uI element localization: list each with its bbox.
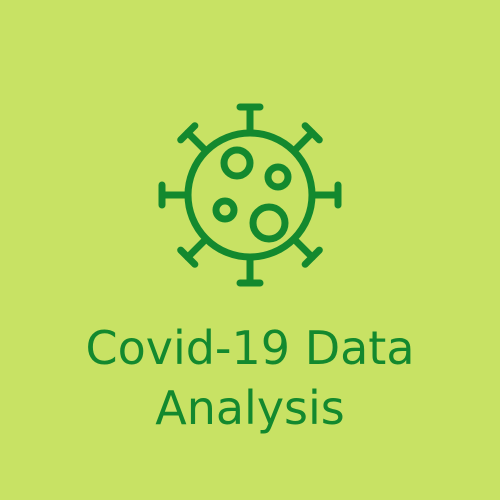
page-title: Covid-19 Data Analysis [0,318,500,438]
virus-spike-stem [184,235,210,261]
logo-canvas: Covid-19 Data Analysis [0,0,500,500]
virus-spike-stem [290,235,316,261]
virus-spike-stem [184,129,210,155]
virus-icon [158,103,342,287]
title-line-2: Analysis [155,381,345,435]
virus-spike-stem [290,129,316,155]
title-line-1: Covid-19 Data [85,321,415,375]
